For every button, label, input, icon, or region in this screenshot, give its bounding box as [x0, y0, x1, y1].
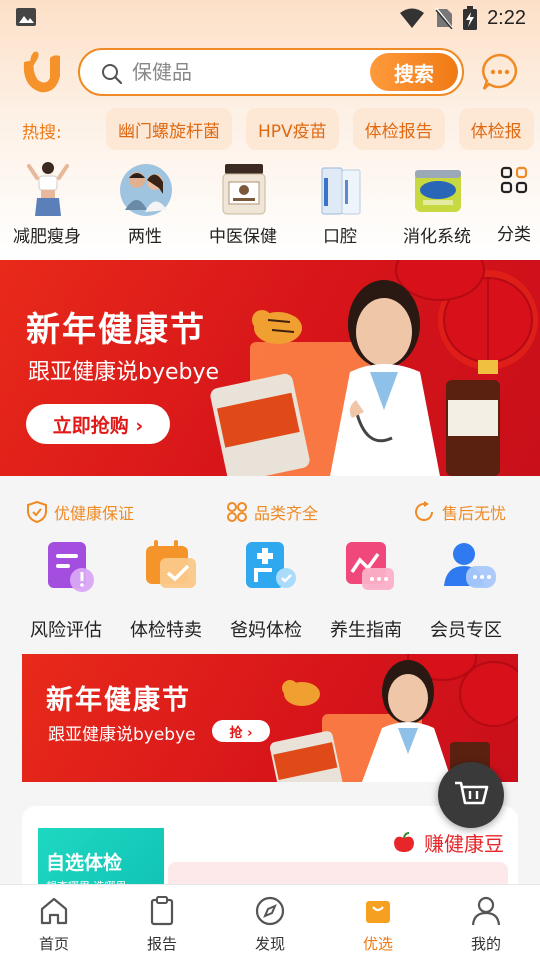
tab-home[interactable]: 首页: [14, 893, 94, 955]
service-wellness-guide[interactable]: 养生指南: [316, 536, 416, 646]
compass-icon: [255, 896, 285, 926]
clipboard-icon: [150, 896, 174, 926]
tab-selected[interactable]: 优选: [338, 893, 418, 955]
service-label: 体检特卖: [130, 620, 202, 641]
search-box[interactable]: 搜索: [78, 48, 464, 96]
header: 搜索: [0, 44, 540, 100]
status-bar: 2:22: [0, 0, 540, 36]
grab-button[interactable]: 抢 ›: [212, 720, 270, 742]
wifi-icon: [400, 8, 425, 28]
guarantee-label: 售后无忧: [442, 504, 507, 523]
calendar-check-icon: [146, 540, 196, 588]
buy-now-button[interactable]: 立即抢购 ›: [26, 404, 170, 444]
category-oral[interactable]: 口腔: [290, 158, 390, 250]
home-icon: [40, 897, 68, 925]
bottom-tab-bar: 首页 报告 发现 优选 我的: [0, 884, 540, 960]
tcm-jar-image: [222, 164, 266, 215]
category-label: 减肥瘦身: [13, 227, 81, 247]
risk-doc-icon: [48, 542, 94, 592]
category-sexual-health[interactable]: 两性: [95, 158, 195, 250]
gallery-notification-icon: [16, 8, 36, 26]
cart-fab[interactable]: [438, 762, 504, 828]
guarantee-row: 优健康保证 品类齐全 售后无忧: [0, 496, 540, 532]
couple-image: [120, 164, 172, 216]
category-label: 分类: [497, 225, 531, 245]
banner-subtitle: 跟亚健康说byebye: [28, 360, 220, 385]
service-label: 风险评估: [30, 620, 102, 641]
status-time: 2:22: [487, 6, 526, 29]
guarantee-label: 优健康保证: [54, 504, 135, 523]
search-icon: [102, 64, 123, 85]
banner-title: 新年健康节: [26, 310, 206, 350]
member-icon: [444, 543, 496, 588]
hot-search-chip[interactable]: 体检报: [458, 108, 534, 150]
tab-label: 优选: [362, 935, 393, 953]
banner2-subtitle: 跟亚健康说byebye: [48, 725, 196, 745]
tab-label: 我的: [470, 935, 501, 953]
category-label: 两性: [128, 227, 162, 247]
tab-reports[interactable]: 报告: [122, 893, 202, 955]
fitness-woman-image: [27, 162, 69, 216]
hot-search-bar: 热搜: 幽门螺旋杆菌 HPV疫苗 体检报告 体检报: [0, 108, 540, 152]
cart-icon: [455, 781, 489, 805]
service-label: 爸妈体检: [230, 620, 302, 641]
search-button[interactable]: 搜索: [370, 53, 458, 91]
message-icon[interactable]: [480, 52, 520, 92]
shopping-bag-icon: [366, 901, 390, 923]
service-label: 养生指南: [330, 620, 402, 641]
service-member-zone[interactable]: 会员专区: [416, 536, 516, 646]
medical-card-icon: [246, 542, 296, 588]
banner2-title: 新年健康节: [46, 685, 191, 716]
secondary-banner[interactable]: 新年健康节 跟亚健康说byebye 抢 ›: [22, 654, 518, 782]
tab-profile[interactable]: 我的: [446, 893, 526, 955]
tab-label: 报告: [146, 935, 177, 953]
service-row: 风险评估 体检特卖 爸妈体检 养生指南 会员专区: [0, 536, 540, 646]
tab-discover[interactable]: 发现: [230, 893, 310, 955]
guarantee-quality: 优健康保证: [26, 500, 134, 524]
no-sim-icon: [435, 7, 453, 29]
service-checkup-sale[interactable]: 体检特卖: [116, 536, 216, 646]
category-weight-loss[interactable]: 减肥瘦身: [0, 158, 97, 250]
grid-icon: [500, 166, 528, 194]
tab-label: 首页: [38, 935, 69, 953]
service-parents-checkup[interactable]: 爸妈体检: [216, 536, 316, 646]
tab-label: 发现: [254, 935, 285, 953]
health-guide-icon: [346, 542, 394, 590]
app-logo[interactable]: [20, 48, 64, 96]
apple-icon: [394, 831, 414, 852]
hot-search-chip[interactable]: 体检报告: [352, 108, 445, 150]
hot-search-label: 热搜:: [22, 123, 62, 143]
category-label: 口腔: [323, 227, 357, 247]
banner2-artwork: [269, 654, 518, 782]
probiotic-can-image: [415, 170, 461, 212]
shield-check-icon: [27, 501, 47, 523]
service-label: 会员专区: [430, 620, 502, 641]
category-label: 中医保健: [209, 227, 277, 247]
toothpaste-image: [321, 167, 361, 215]
category-row: 减肥瘦身 两性 中医保健 口腔 消化系统 分类: [0, 158, 540, 250]
guarantee-aftersales: 售后无忧: [412, 500, 506, 524]
guarantee-variety: 品类齐全: [226, 500, 318, 524]
category-all[interactable]: 分类: [464, 158, 540, 250]
service-risk-assessment[interactable]: 风险评估: [16, 536, 116, 646]
search-input[interactable]: [132, 58, 362, 86]
categories-icon: [227, 502, 247, 522]
earn-health-beans[interactable]: 赚健康豆: [392, 828, 504, 857]
custom-checkup-title: 自选体检: [46, 852, 123, 874]
guarantee-label: 品类齐全: [254, 504, 319, 523]
hot-search-chip[interactable]: HPV疫苗: [246, 108, 339, 150]
earn-label: 赚健康豆: [424, 832, 504, 856]
category-tcm[interactable]: 中医保健: [193, 158, 293, 250]
promo-banner[interactable]: 新年健康节 跟亚健康说byebye 立即抢购 ›: [0, 260, 540, 476]
refresh-icon: [415, 501, 433, 521]
user-icon: [471, 896, 501, 926]
hot-search-chip[interactable]: 幽门螺旋杆菌: [106, 108, 232, 150]
battery-charging-icon: [463, 6, 478, 30]
